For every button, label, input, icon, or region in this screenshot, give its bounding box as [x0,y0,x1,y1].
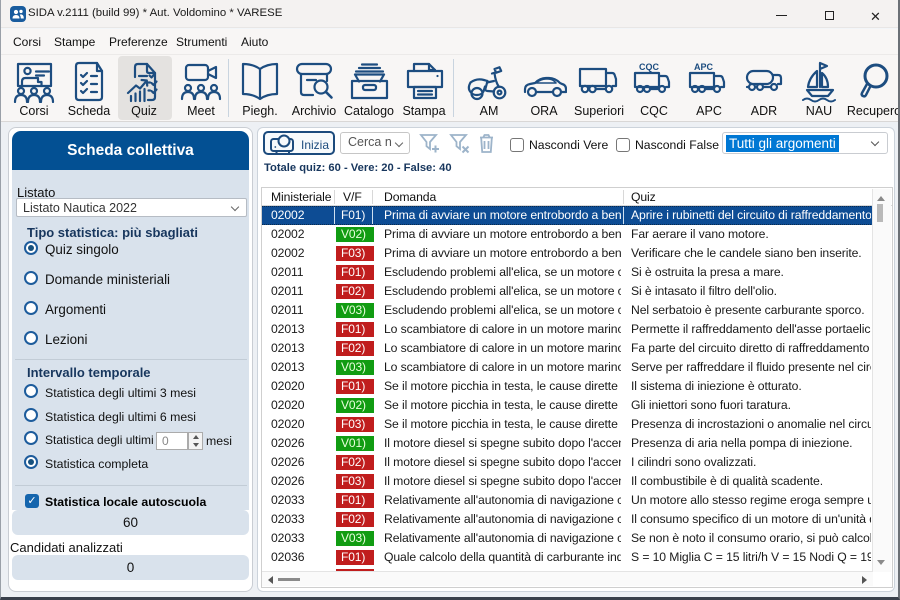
svg-text:CQC: CQC [639,62,660,72]
svg-text:APC: APC [694,62,714,72]
